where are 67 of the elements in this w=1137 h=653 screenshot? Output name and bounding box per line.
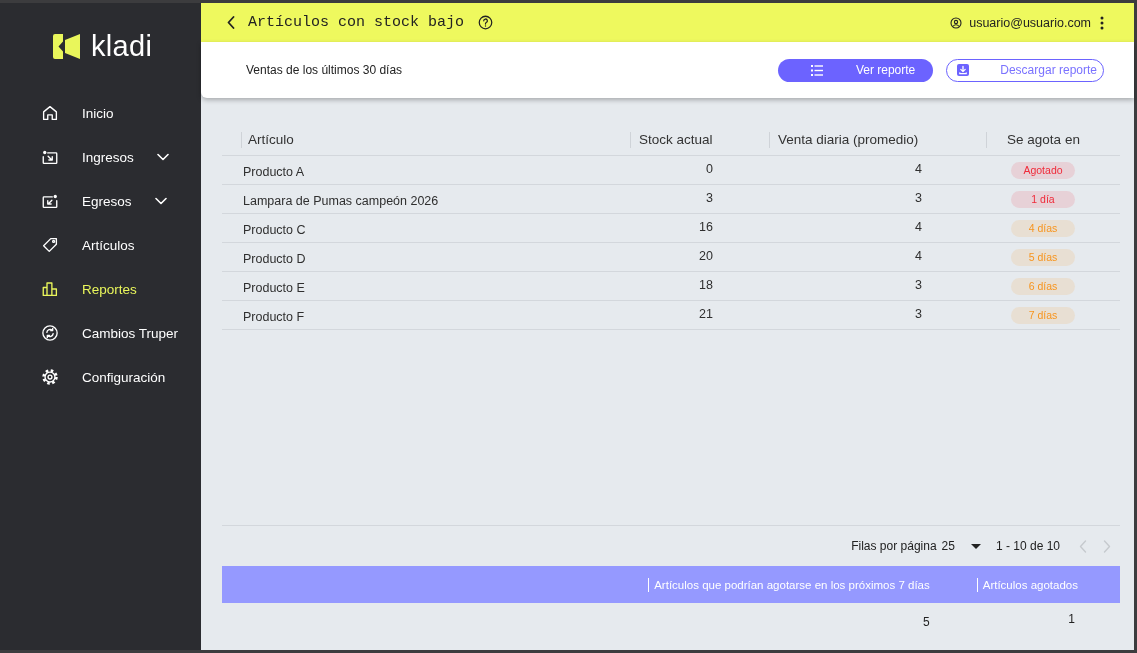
table-cell-text: 3 — [914, 190, 923, 207]
column-header: Se agota en — [986, 131, 1100, 148]
table-cell-text: 3 — [914, 306, 923, 323]
table-cell-text: Producto C — [242, 221, 307, 238]
vertical-dots-icon[interactable] — [1100, 15, 1104, 30]
table-cell-text: Producto F — [242, 308, 306, 325]
status-badge: 1 día — [1011, 190, 1075, 208]
user-email: usuario@usuario.com — [969, 15, 1091, 30]
status-badge: Agotado — [1011, 161, 1075, 179]
gear-icon — [41, 368, 59, 386]
logo-mark-icon — [53, 33, 80, 59]
table-cell-text: Producto A — [242, 163, 306, 180]
view-report-button[interactable]: Ver reporte — [777, 58, 934, 82]
table-cell-text: 20 — [698, 248, 714, 265]
box-arrow-in-icon — [41, 148, 59, 166]
sidebar-item[interactable]: Configuración — [0, 355, 201, 399]
table-cell-text: 4 — [914, 219, 923, 236]
table-cell-text: 21 — [698, 306, 714, 323]
caret-down-icon — [970, 543, 981, 549]
table-cell-text: 3 — [914, 277, 923, 294]
table-cell-text: Producto E — [242, 279, 306, 296]
sidebar-item[interactable]: Ingresos — [0, 135, 201, 179]
column-header: Artículo — [241, 131, 630, 148]
chevron-right-icon — [1103, 539, 1111, 553]
table-cell-text: 4 — [914, 161, 923, 178]
table-cell-text: 0 — [705, 161, 714, 178]
list-icon — [810, 64, 823, 76]
tag-icon — [41, 236, 59, 254]
table-cell-text: 3 — [705, 190, 714, 207]
box-arrow-out-icon — [41, 192, 59, 210]
rows-per-page-select[interactable]: 25 — [941, 539, 981, 553]
sidebar-item[interactable]: Artículos — [0, 223, 201, 267]
sidebar-item[interactable]: Cambios Truper — [0, 311, 201, 355]
home-icon — [41, 104, 59, 122]
page-range: 1 - 10 de 10 — [995, 539, 1060, 553]
page-title: Artículos con stock bajo — [248, 14, 465, 31]
table-cell-text: 18 — [698, 277, 714, 294]
help-icon[interactable] — [478, 15, 494, 30]
sidebar-item[interactable]: Inicio — [0, 91, 201, 135]
chevron-down-icon[interactable] — [156, 153, 169, 161]
column-header: Venta diaria (promedio) — [769, 131, 986, 148]
table-cell-text: 4 — [914, 248, 923, 265]
period-label: Ventas de los últimos 30 días — [246, 63, 403, 77]
back-chevron-icon[interactable] — [227, 16, 235, 29]
table-cell-text: 16 — [698, 219, 714, 236]
table-cell-text: Lampara de Pumas campeón 2026 — [242, 192, 440, 209]
sidebar-item[interactable]: Reportes — [0, 267, 201, 311]
brand-name: kladi — [91, 29, 153, 63]
summary-value: 1 — [1068, 612, 1075, 626]
download-icon — [957, 64, 970, 76]
summary-value: 5 — [923, 615, 930, 629]
sidebar-item[interactable]: Egresos — [0, 179, 201, 223]
chevron-left-icon — [1079, 539, 1087, 553]
status-badge: 4 días — [1011, 219, 1075, 237]
rows-per-page-label: Filas por página — [851, 539, 937, 553]
status-badge: 5 días — [1011, 248, 1075, 266]
column-header: Stock actual — [630, 131, 769, 148]
table-cell-text: Producto D — [242, 250, 307, 267]
status-badge: 6 días — [1011, 277, 1075, 295]
chevron-down-icon[interactable] — [154, 197, 167, 205]
circular-arrows-icon — [41, 324, 59, 342]
download-report-button[interactable]: Descargar reporte — [946, 58, 1104, 82]
status-badge: 7 días — [1011, 306, 1075, 324]
summary-label: Artículos que podrían agotarse en los próximos 7 días — [648, 577, 930, 592]
bar-chart-icon — [41, 280, 59, 298]
summary-label: Artículos agotados — [976, 577, 1078, 592]
user-icon — [950, 16, 963, 29]
